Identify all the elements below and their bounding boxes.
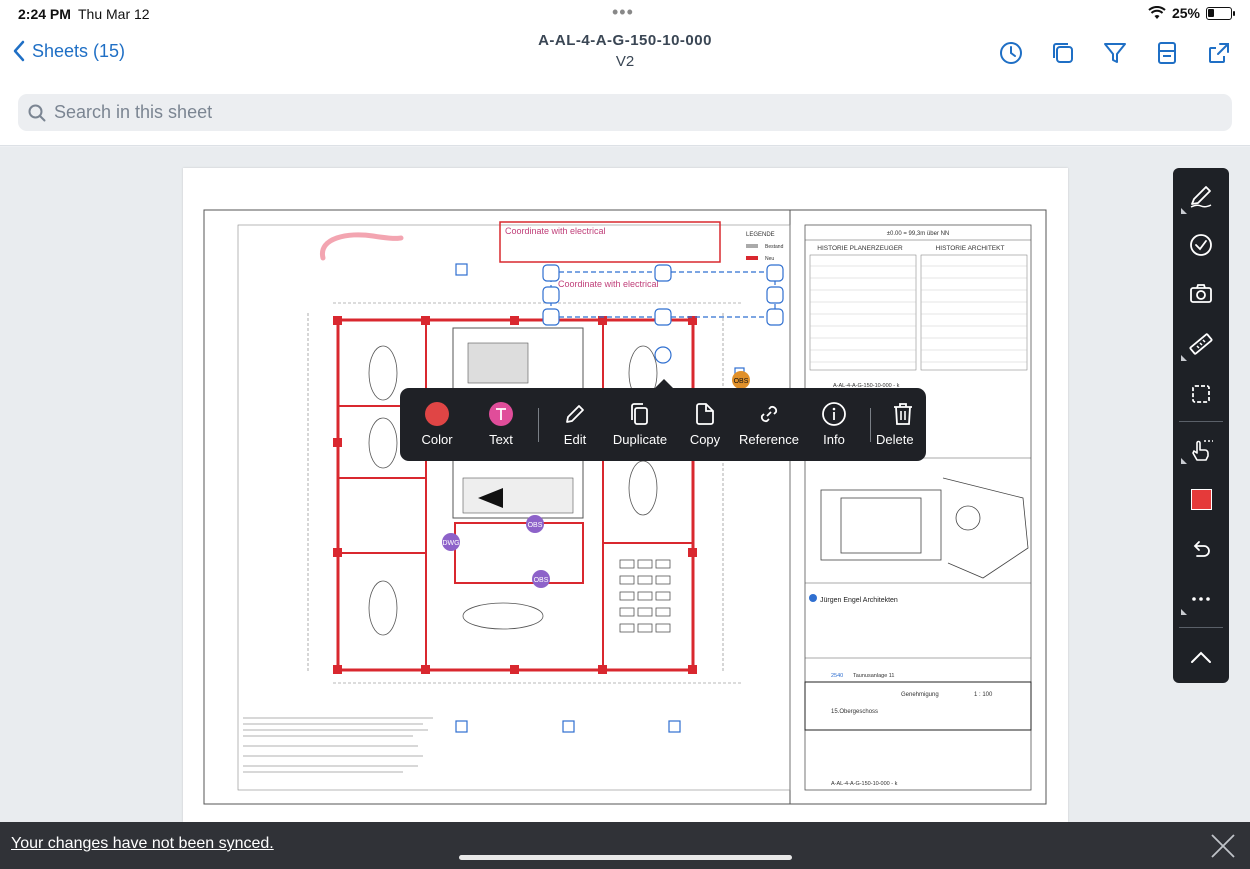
color-dot-icon bbox=[425, 402, 449, 426]
trash-icon bbox=[894, 403, 912, 425]
menu-label: Reference bbox=[739, 432, 799, 447]
color-menu-item[interactable]: Color bbox=[405, 400, 469, 447]
legend-item: Neu bbox=[765, 256, 774, 262]
menu-label: Edit bbox=[563, 432, 587, 447]
home-indicator[interactable] bbox=[459, 855, 792, 860]
status-time: 2:24 PM bbox=[18, 6, 71, 22]
close-icon[interactable] bbox=[1210, 833, 1236, 859]
checkmark-icon[interactable] bbox=[1187, 231, 1215, 259]
info-menu-item[interactable]: Info bbox=[802, 400, 866, 447]
ruler-icon[interactable] bbox=[1187, 330, 1215, 358]
pin-label[interactable]: OBS bbox=[734, 378, 749, 385]
hand-icon[interactable] bbox=[1187, 436, 1215, 464]
floor-plan-drawing[interactable]: Coordinate with electrical Coordinate wi… bbox=[183, 168, 1068, 822]
text-icon bbox=[489, 402, 513, 426]
more-icon[interactable] bbox=[1187, 585, 1215, 613]
duplicate-icon bbox=[631, 403, 648, 425]
nav-bar: Sheets (15) A-AL-4-A-G-150-10-000 V2 bbox=[0, 28, 1250, 88]
share-icon[interactable] bbox=[1206, 40, 1232, 66]
camera-icon[interactable] bbox=[1187, 280, 1215, 308]
markup-context-menu: Color Text Edit Duplicate Copy Reference… bbox=[400, 379, 926, 461]
legend-item: Bestand bbox=[765, 244, 784, 250]
info-icon bbox=[822, 402, 846, 426]
edit-menu-item[interactable]: Edit bbox=[543, 400, 607, 447]
search-input[interactable] bbox=[54, 102, 1154, 123]
multitasking-dots-icon[interactable]: ••• bbox=[612, 2, 634, 23]
drawing-scale: 1 : 100 bbox=[974, 692, 993, 698]
floor-name: 15.Obergeschoss bbox=[831, 709, 878, 715]
link-icon bbox=[760, 405, 778, 423]
drawing-sheet[interactable]: Coordinate with electrical Coordinate wi… bbox=[183, 168, 1068, 822]
project-number: 2540 bbox=[831, 673, 843, 679]
sheet-code-bottom: A-AL-4-A-G-150-10-000 - k bbox=[831, 781, 898, 787]
sync-message-link[interactable]: Your changes have not been synced. bbox=[11, 835, 274, 853]
reference-menu-item[interactable]: Reference bbox=[737, 400, 801, 447]
history-icon[interactable] bbox=[998, 40, 1024, 66]
copy-icon bbox=[696, 403, 714, 425]
project-phase: Genehmigung bbox=[901, 692, 939, 698]
duplicate-menu-item[interactable]: Duplicate bbox=[608, 400, 672, 447]
wifi-icon bbox=[1148, 6, 1166, 19]
history-right-title: HISTORIE ARCHITEKT bbox=[936, 245, 1005, 252]
pin-label[interactable]: DWG bbox=[442, 540, 459, 547]
pencil-icon bbox=[566, 405, 584, 423]
markup-toolbar bbox=[1173, 168, 1229, 683]
menu-label: Text bbox=[489, 432, 513, 447]
copy-menu-item[interactable]: Copy bbox=[673, 400, 737, 447]
filter-icon[interactable] bbox=[1102, 40, 1128, 66]
search-bar bbox=[0, 88, 1250, 146]
text-menu-item[interactable]: Text bbox=[469, 400, 533, 447]
delete-menu-item[interactable]: Delete bbox=[876, 400, 924, 447]
sync-banner: Your changes have not been synced. bbox=[0, 822, 1250, 869]
history-left-title: HISTORIE PLANERZEUGER bbox=[817, 245, 903, 252]
menu-label: Delete bbox=[876, 432, 914, 447]
pin-label[interactable]: OBS bbox=[528, 522, 543, 529]
legend-title: LEGENDE bbox=[746, 232, 775, 238]
menu-label: Color bbox=[421, 432, 453, 447]
menu-label: Info bbox=[823, 432, 845, 447]
status-date: Thu Mar 12 bbox=[78, 6, 150, 22]
color-swatch[interactable] bbox=[1191, 489, 1212, 510]
search-field[interactable] bbox=[18, 94, 1232, 131]
menu-label: Copy bbox=[689, 432, 721, 447]
undo-icon[interactable] bbox=[1187, 536, 1215, 564]
battery-percent: 25% bbox=[1171, 5, 1200, 21]
battery-icon bbox=[1206, 6, 1235, 20]
markup-text-selected[interactable]: Coordinate with electrical bbox=[558, 279, 659, 289]
architect-name: Jürgen Engel Architekten bbox=[820, 597, 898, 604]
shape-icon[interactable] bbox=[1187, 380, 1215, 408]
sheet-info-icon[interactable] bbox=[1154, 40, 1180, 66]
collapse-chevron-icon[interactable] bbox=[1187, 644, 1215, 672]
project-name: Taunusanlage 11 bbox=[853, 673, 895, 679]
elevation-note: ±0.00 = 99,3m über NN bbox=[887, 231, 950, 237]
layers-icon[interactable] bbox=[1050, 40, 1076, 66]
pen-icon[interactable] bbox=[1187, 182, 1215, 210]
pin-label[interactable]: OBS bbox=[534, 577, 549, 584]
search-icon bbox=[28, 104, 46, 121]
drawing-canvas[interactable]: Coordinate with electrical Coordinate wi… bbox=[0, 147, 1250, 822]
status-bar: 2:24 PM Thu Mar 12 ••• 25% bbox=[0, 0, 1250, 28]
markup-text-top[interactable]: Coordinate with electrical bbox=[505, 226, 606, 236]
menu-label: Duplicate bbox=[612, 432, 668, 447]
